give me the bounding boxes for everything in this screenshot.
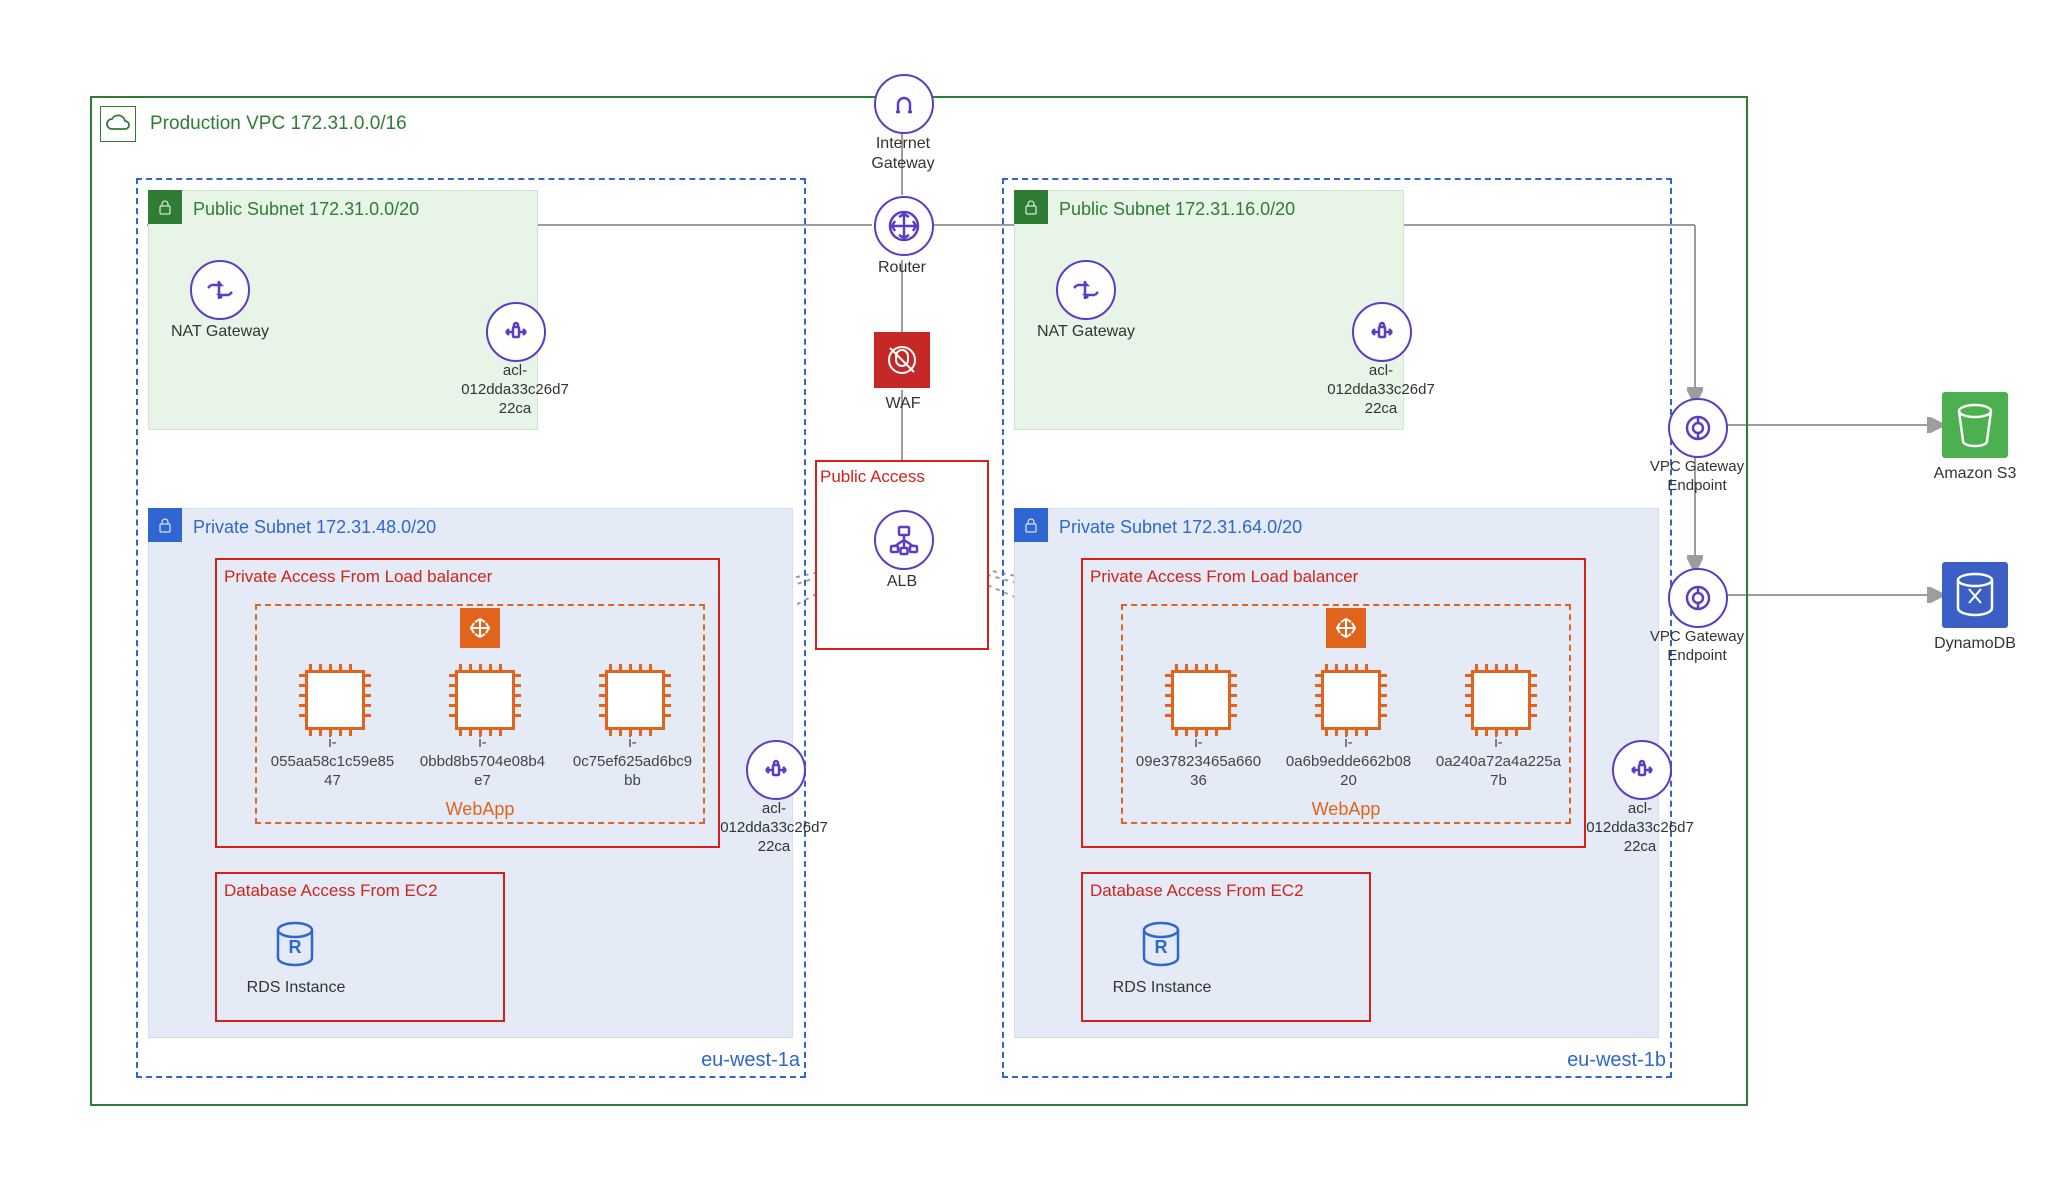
- waf-label: WAF: [870, 394, 936, 414]
- diagram-canvas: Production VPC 172.31.0.0/16 Internet Ga…: [0, 0, 2062, 1180]
- s3-label: Amazon S3: [1920, 464, 2030, 484]
- svg-text:R: R: [1155, 937, 1168, 957]
- sg-lb-access-b-label: Private Access From Load balancer: [1090, 566, 1490, 587]
- ddb-label: DynamoDB: [1920, 634, 2030, 654]
- ec2-instance: [1471, 670, 1531, 730]
- svg-text:R: R: [289, 937, 302, 957]
- az-b-name: eu-west-1b: [1536, 1048, 1666, 1073]
- lock-icon: [1014, 508, 1048, 542]
- ec2-b-3-id: i- 0a240a72a4a225a 7b: [1421, 734, 1576, 790]
- nat-gateway-icon: [1056, 260, 1116, 320]
- network-acl-icon: [1352, 302, 1412, 362]
- ec2-a-2-id: i- 0bbd8b5704e08b4 e7: [405, 734, 560, 790]
- asg-a-label: WebApp: [430, 798, 530, 821]
- alb-label: ALB: [874, 572, 930, 592]
- ec2-a-3-id: i- 0c75ef625ad6bc9 bb: [555, 734, 710, 790]
- network-acl-icon: [1612, 740, 1672, 800]
- autoscaling-icon: [460, 608, 500, 648]
- ec2-b-1-id: i- 09e37823465a660 36: [1121, 734, 1276, 790]
- ec2-b-2-id: i- 0a6b9edde662b08 20: [1271, 734, 1426, 790]
- nacl-b-pub-label: acl- 012dda33c26d7 22ca: [1320, 362, 1442, 418]
- az-a-name: eu-west-1a: [670, 1048, 800, 1073]
- router-cross-arrows-icon: [874, 196, 934, 256]
- ec2-instance: [455, 670, 515, 730]
- sg-db-access-b-label: Database Access From EC2: [1090, 880, 1360, 901]
- autoscaling-icon: [1326, 608, 1366, 648]
- rds-icon: R: [1136, 920, 1186, 970]
- endpoint-1-label: VPC Gateway Endpoint: [1632, 458, 1762, 496]
- asg-b-label: WebApp: [1296, 798, 1396, 821]
- nat-a-label: NAT Gateway: [160, 322, 280, 342]
- nacl-a-pub-label: acl- 012dda33c26d7 22ca: [454, 362, 576, 418]
- private-subnet-a-label: Private Subnet 172.31.48.0/20: [193, 516, 553, 539]
- igw-label: Internet Gateway: [848, 134, 958, 174]
- sg-lb-access-a-label: Private Access From Load balancer: [224, 566, 624, 587]
- rds-a-label: RDS Instance: [236, 978, 356, 998]
- lock-icon: [1014, 190, 1048, 224]
- endpoint-2-label: VPC Gateway Endpoint: [1632, 628, 1762, 666]
- nacl-a-priv-label: acl- 012dda33c26d7 22ca: [712, 800, 836, 856]
- ec2-a-1-id: i- 055aa58c1c59e85 47: [255, 734, 410, 790]
- vpc-endpoint-icon: [1668, 398, 1728, 458]
- vpc-label: Production VPC 172.31.0.0/16: [150, 112, 407, 136]
- horseshoe-icon: [874, 74, 934, 134]
- router-label: Router: [862, 258, 942, 278]
- dynamodb-icon: [1942, 562, 2008, 628]
- rds-b-label: RDS Instance: [1102, 978, 1222, 998]
- sg-db-access-a-label: Database Access From EC2: [224, 880, 494, 901]
- private-subnet-b-label: Private Subnet 172.31.64.0/20: [1059, 516, 1419, 539]
- s3-bucket-icon: [1942, 392, 2008, 458]
- nat-b-label: NAT Gateway: [1026, 322, 1146, 342]
- public-subnet-a-label: Public Subnet 172.31.0.0/20: [193, 198, 493, 221]
- vpc-endpoint-icon: [1668, 568, 1728, 628]
- rds-icon: R: [270, 920, 320, 970]
- network-acl-icon: [486, 302, 546, 362]
- ec2-instance: [1321, 670, 1381, 730]
- network-acl-icon: [746, 740, 806, 800]
- ec2-instance: [1171, 670, 1231, 730]
- load-balancer-icon: [874, 510, 934, 570]
- shield-bug-icon: [874, 332, 930, 388]
- ec2-instance: [305, 670, 365, 730]
- nacl-b-priv-label: acl- 012dda33c26d7 22ca: [1578, 800, 1702, 856]
- ec2-instance: [605, 670, 665, 730]
- lock-icon: [148, 508, 182, 542]
- lock-icon: [148, 190, 182, 224]
- cloud-icon: [100, 106, 136, 142]
- nat-gateway-icon: [190, 260, 250, 320]
- public-subnet-b-label: Public Subnet 172.31.16.0/20: [1059, 198, 1359, 221]
- sg-public-access-label: Public Access: [820, 466, 980, 487]
